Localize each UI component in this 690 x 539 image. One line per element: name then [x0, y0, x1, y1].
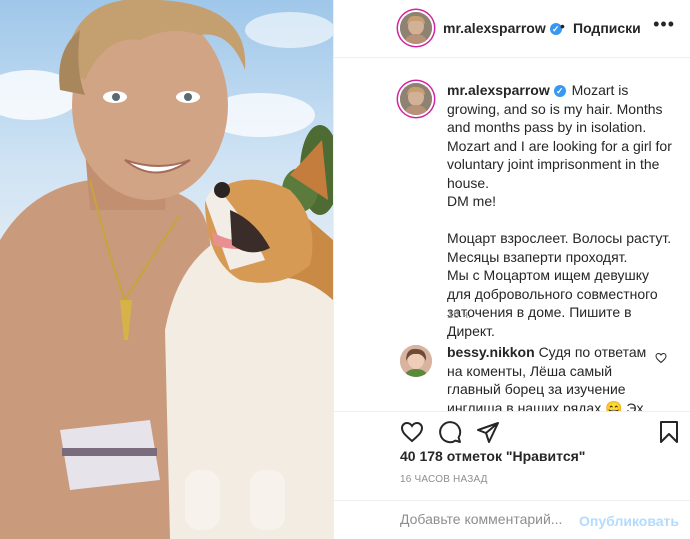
- comments-section[interactable]: mr.alexsparrow ✓ Mozart is growing, and s…: [334, 59, 690, 411]
- add-comment-bar: Опубликовать: [334, 500, 690, 539]
- caption-author-avatar-image: [400, 83, 432, 115]
- bookmark-icon[interactable]: [658, 420, 680, 444]
- following-button[interactable]: Подписки: [573, 20, 641, 36]
- author-avatar-image: [400, 12, 432, 44]
- caption-username[interactable]: mr.alexsparrow ✓: [447, 82, 566, 98]
- post-header: mr.alexsparrow ✓ • Подписки •••: [334, 0, 690, 58]
- posted-time[interactable]: 16 ЧАСОВ НАЗАД: [400, 474, 488, 485]
- author-username-text[interactable]: mr.alexsparrow: [443, 20, 546, 36]
- share-icon[interactable]: [476, 420, 500, 444]
- heart-icon[interactable]: [400, 420, 424, 444]
- more-options-icon[interactable]: •••: [653, 14, 675, 35]
- comment-item: bessy.nikkon Судя по ответам на коменты,…: [447, 343, 657, 411]
- author-avatar[interactable]: [400, 12, 432, 44]
- caption-text: Mozart is growing, and so is my hair. Mo…: [447, 82, 672, 339]
- likes-count[interactable]: 40 178 отметок "Нравится": [400, 448, 585, 464]
- commenter-avatar-image: [400, 345, 432, 377]
- commenter-avatar[interactable]: [400, 345, 432, 377]
- post-actions: 40 178 отметок "Нравится" 16 ЧАСОВ НАЗАД: [334, 411, 690, 501]
- post-photo-illustration: [0, 0, 333, 539]
- caption-username-text[interactable]: mr.alexsparrow: [447, 82, 550, 98]
- follow-separator: •: [560, 18, 565, 34]
- post-details-panel: mr.alexsparrow ✓ • Подписки ••• mr.alexsp…: [333, 0, 690, 539]
- post-caption: mr.alexsparrow ✓ Mozart is growing, and s…: [447, 81, 675, 340]
- post-photo[interactable]: [0, 0, 333, 539]
- comment-input[interactable]: [400, 511, 590, 527]
- comment-like-heart-icon[interactable]: [655, 352, 667, 364]
- publish-button[interactable]: Опубликовать: [579, 513, 679, 529]
- author-username[interactable]: mr.alexsparrow ✓: [443, 20, 562, 36]
- verified-badge-icon: ✓: [553, 85, 566, 97]
- comment-username[interactable]: bessy.nikkon: [447, 344, 535, 360]
- caption-author-avatar[interactable]: [400, 83, 432, 115]
- comment-icon[interactable]: [438, 420, 462, 444]
- caption-time-ago[interactable]: 16 ч.: [447, 309, 471, 321]
